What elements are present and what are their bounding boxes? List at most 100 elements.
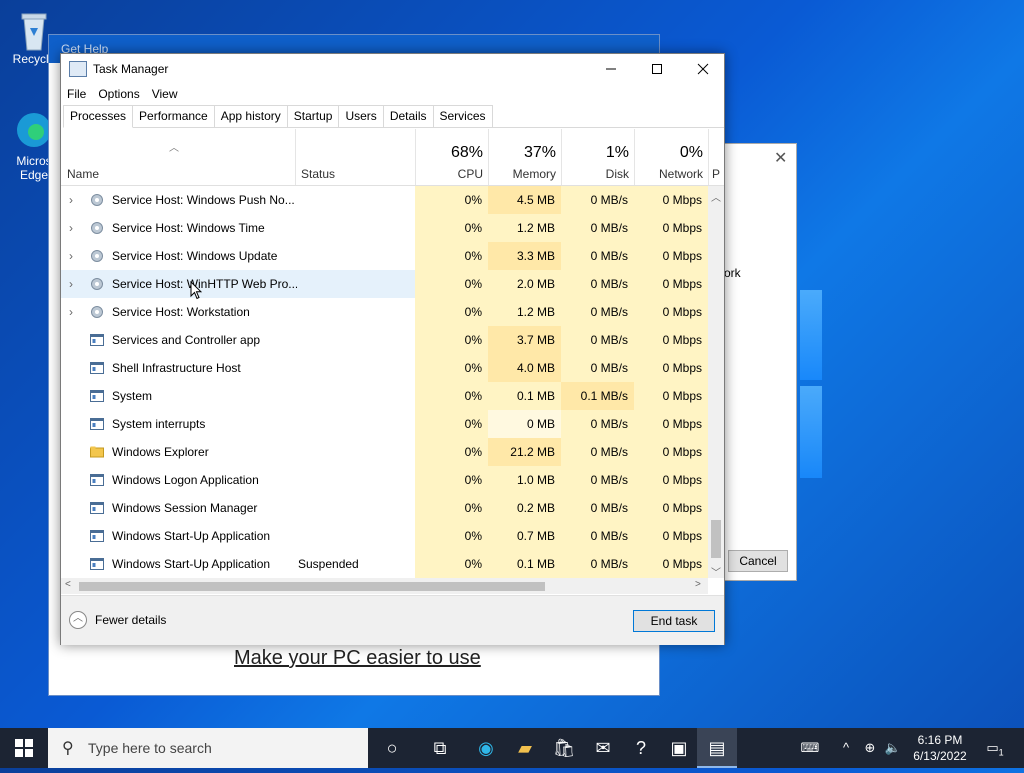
disk-value: 0 MB/s (561, 466, 634, 494)
tab-processes[interactable]: Processes (63, 105, 134, 128)
mail-icon[interactable]: ✉ (583, 728, 623, 768)
memory-value: 0.2 MB (488, 494, 561, 522)
tab-details[interactable]: Details (382, 105, 434, 127)
gear-icon (91, 222, 103, 234)
cancel-button[interactable]: Cancel (728, 550, 788, 572)
chevron-right-icon[interactable]: › (69, 270, 79, 298)
process-name: Services and Controller app (112, 333, 261, 347)
tab-performance[interactable]: Performance (132, 105, 215, 127)
memory-value: 2.0 MB (488, 270, 561, 298)
taskbar-search-box[interactable]: ⚲ Type here to search (48, 728, 368, 768)
chevron-right-icon[interactable]: › (69, 298, 79, 326)
search-icon: ⚲ (62, 740, 74, 757)
minimize-button[interactable] (588, 54, 634, 83)
cortana-icon[interactable]: ○ (372, 728, 412, 768)
process-row[interactable]: › Service Host: Windows Time 0% 1.2 MB 0 MB/… (61, 214, 708, 242)
cpu-value: 0% (415, 410, 488, 438)
start-button[interactable] (0, 728, 48, 768)
memory-value: 0.1 MB (488, 382, 561, 410)
disk-value: 0 MB/s (561, 494, 634, 522)
column-status[interactable]: Status (301, 167, 335, 181)
menu-view[interactable]: View (152, 87, 178, 101)
horizontal-scrollbar[interactable]: < > (61, 578, 708, 594)
chevron-right-icon[interactable]: › (69, 186, 79, 214)
store-icon[interactable]: 🛍 (544, 728, 584, 768)
volume-icon[interactable]: 🔈 (882, 728, 904, 768)
close-button[interactable] (680, 54, 726, 83)
process-row[interactable]: › Service Host: WinHTTP Web Pro... 0% 2.0 M… (61, 270, 708, 298)
network-icon[interactable]: ⊕ (858, 728, 882, 768)
end-task-button[interactable]: End task (633, 610, 715, 632)
scroll-left-icon[interactable]: < (65, 579, 71, 590)
fewer-details-label: Fewer details (95, 613, 167, 627)
taskbar-clock[interactable]: 6:16 PM 6/13/2022 (905, 732, 975, 764)
cpu-value: 0% (415, 298, 488, 326)
power-label: P (712, 167, 721, 181)
scroll-right-icon[interactable]: > (695, 579, 701, 590)
column-name[interactable]: Name (67, 167, 99, 181)
task-manager-taskbar-icon[interactable]: ▤ (697, 728, 737, 768)
column-cpu[interactable]: 68% CPU (415, 129, 489, 185)
folder-icon (90, 446, 104, 458)
network-value: 0 Mbps (634, 522, 708, 550)
vertical-scroll-thumb[interactable] (711, 520, 721, 558)
process-row[interactable]: › Service Host: Windows Update 0% 3.3 MB 0 M… (61, 242, 708, 270)
process-name: Windows Start-Up Application (112, 529, 271, 543)
tab-services[interactable]: Services (432, 105, 493, 127)
process-row[interactable]: Windows Start-Up Application Suspended 0% 0… (61, 550, 708, 578)
process-row[interactable]: Services and Controller app 0% 3.7 MB 0 MB/… (61, 326, 708, 354)
cpu-value: 0% (415, 354, 488, 382)
keyboard-icon[interactable]: ⌨ (795, 728, 825, 768)
network-value: 0 Mbps (634, 270, 708, 298)
get-help-icon[interactable]: ? (621, 728, 661, 768)
process-row[interactable]: Windows Logon Application 0% 1.0 MB 0 MB/s 0… (61, 466, 708, 494)
horizontal-scroll-thumb[interactable] (79, 582, 545, 591)
process-row[interactable]: › Service Host: Workstation 0% 1.2 MB 0 MB/s… (61, 298, 708, 326)
process-row[interactable]: Windows Explorer 0% 21.2 MB 0 MB/s 0 Mbps (61, 438, 708, 466)
photos-icon[interactable]: ▣ (659, 728, 699, 768)
memory-value: 0 MB (488, 410, 561, 438)
gear-icon (91, 278, 103, 290)
process-row[interactable]: Shell Infrastructure Host 0% 4.0 MB 0 MB/s 0… (61, 354, 708, 382)
column-power-partial[interactable]: P (708, 129, 725, 185)
file-explorer-icon[interactable]: ▰ (505, 728, 545, 768)
cpu-value: 0% (415, 186, 488, 214)
menu-options[interactable]: Options (98, 87, 139, 101)
process-row[interactable]: › Service Host: Windows Push No... 0% 4.5 M… (61, 186, 708, 214)
chevron-up-icon[interactable]: ^ (836, 728, 856, 768)
menu-file[interactable]: File (67, 87, 86, 101)
notification-center-icon[interactable]: ▭1 (980, 728, 1010, 768)
tab-users[interactable]: Users (338, 105, 384, 127)
network-value: 0 Mbps (634, 214, 708, 242)
process-name: Windows Start-Up Application (112, 557, 271, 571)
process-row[interactable]: Windows Start-Up Application 0% 0.7 MB 0 MB… (61, 522, 708, 550)
fewer-details-button[interactable]: ︿ Fewer details (69, 611, 166, 629)
process-name: Windows Explorer (112, 445, 209, 459)
edge-taskbar-icon[interactable]: ◉ (466, 728, 506, 768)
maximize-button[interactable] (634, 54, 680, 83)
vertical-scrollbar[interactable]: ︿ ﹀ (708, 186, 724, 579)
column-memory[interactable]: 37% Memory (488, 129, 562, 185)
memory-value: 21.2 MB (488, 438, 561, 466)
disk-value: 0 MB/s (561, 550, 634, 578)
scroll-up-icon[interactable]: ︿ (711, 189, 721, 204)
process-row[interactable]: Windows Session Manager 0% 0.2 MB 0 MB/s 0 M… (61, 494, 708, 522)
window-icon (90, 334, 104, 346)
scroll-down-icon[interactable]: ﹀ (711, 564, 721, 579)
task-view-icon[interactable]: ⧉ (420, 728, 460, 768)
chevron-right-icon[interactable]: › (69, 242, 79, 270)
network-value: 0 Mbps (634, 382, 708, 410)
process-row[interactable]: System 0% 0.1 MB 0.1 MB/s 0 Mbps (61, 382, 708, 410)
process-status: Suspended (298, 557, 359, 571)
tab-startup[interactable]: Startup (286, 105, 340, 127)
close-icon[interactable]: ✕ (774, 148, 787, 168)
gear-icon (91, 250, 103, 262)
notification-glyph: ▭ (986, 740, 999, 755)
process-row[interactable]: System interrupts 0% 0 MB 0 MB/s 0 Mbps (61, 410, 708, 438)
column-network[interactable]: 0% Network (634, 129, 709, 185)
chevron-right-icon[interactable]: › (69, 214, 79, 242)
column-disk[interactable]: 1% Disk (561, 129, 635, 185)
tab-app-history[interactable]: App history (213, 105, 288, 127)
make-pc-easier-link[interactable]: Make your PC easier to use (234, 647, 481, 670)
task-manager-titlebar[interactable]: Task Manager (61, 54, 724, 83)
